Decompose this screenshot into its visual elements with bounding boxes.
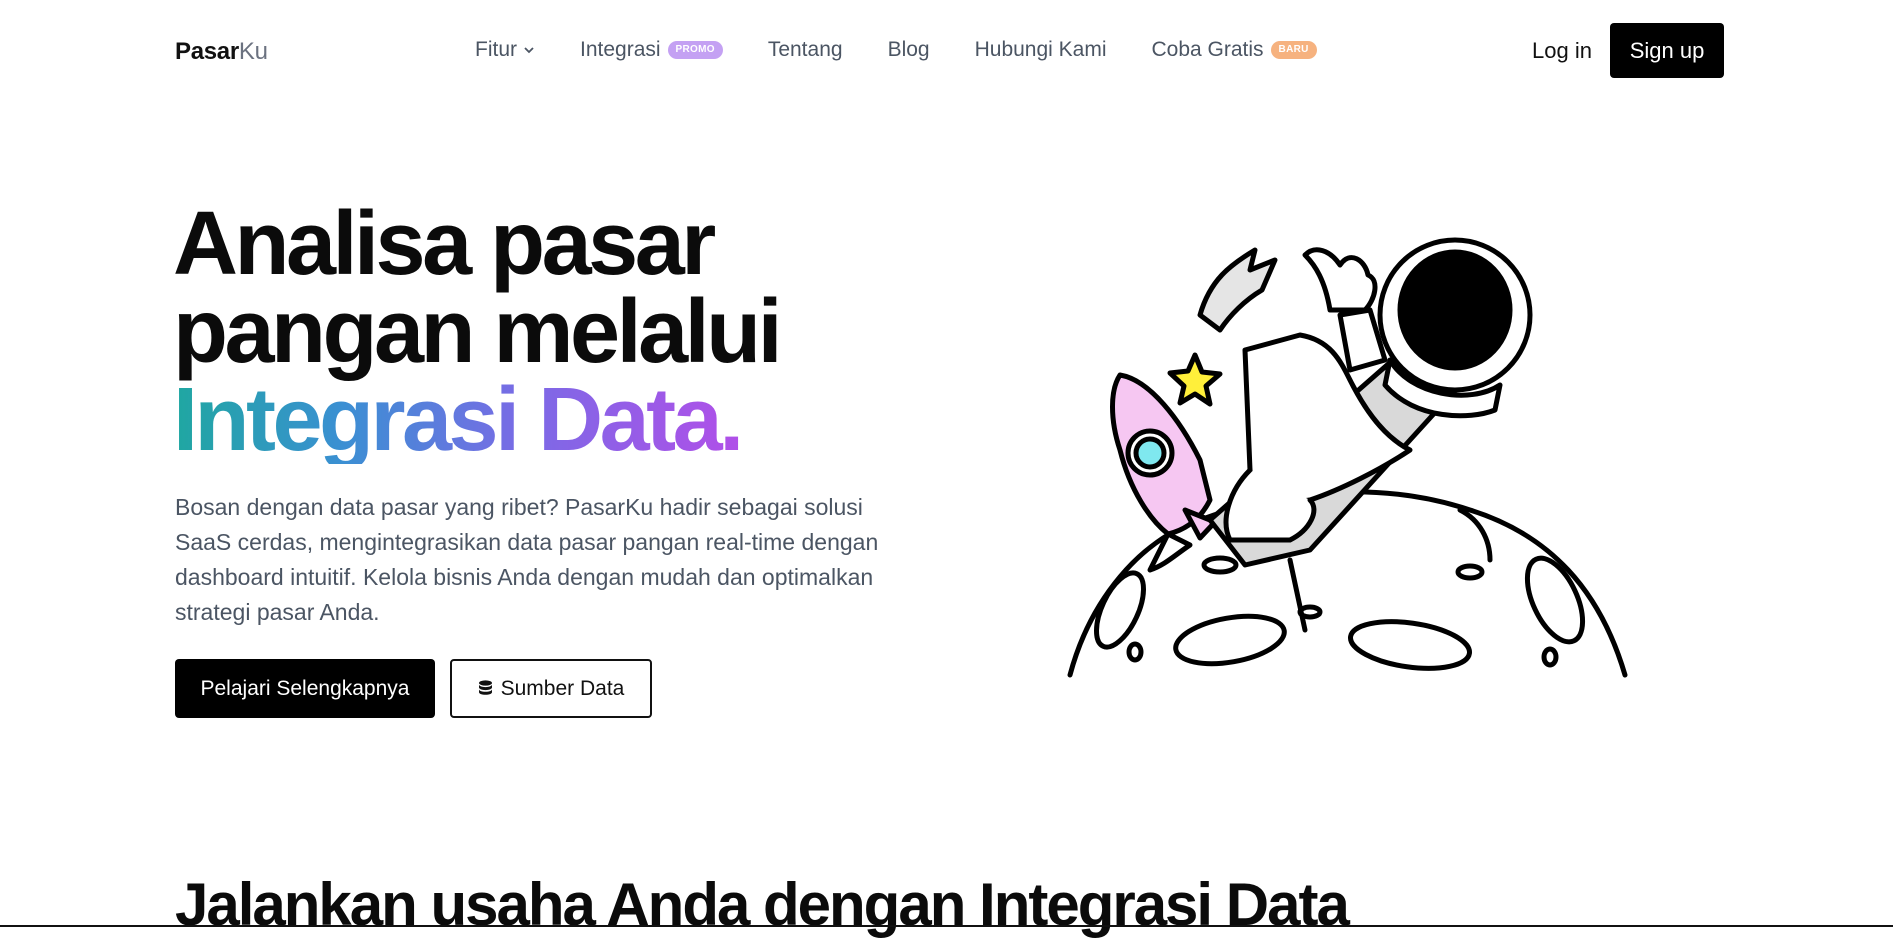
data-source-label: Sumber Data [500, 676, 625, 700]
learn-more-button[interactable]: Pelajari Selengkapnya [175, 659, 435, 718]
nav-item-blog[interactable]: Blog [888, 38, 930, 62]
nav-item-hubungi-kami[interactable]: Hubungi Kami [975, 38, 1107, 62]
hero-title: Analisa pasar pangan melalui Integrasi D… [173, 194, 993, 470]
astronaut-arm [1302, 247, 1378, 313]
hero-title-line1: Analisa pasar [173, 194, 716, 294]
helmet-visor [1397, 249, 1513, 371]
nav-item-tentang[interactable]: Tentang [768, 38, 843, 62]
star-trail [1197, 247, 1278, 333]
hero-title-highlight: Integrasi Data. [173, 370, 744, 470]
brand-logo[interactable]: PasarKu [175, 38, 268, 66]
moon-crater [1455, 563, 1485, 581]
section-title: Jalankan usaha Anda dengan Integrasi Dat… [175, 871, 1350, 938]
promo-badge: PROMO [667, 41, 723, 59]
login-link[interactable]: Log in [1532, 38, 1592, 64]
nav-item-label: Fitur [475, 38, 517, 61]
nav-item-label: Coba Gratis [1151, 38, 1264, 61]
brand-logo-part1: Pasar [175, 38, 239, 65]
top-navbar: PasarKu Fitur Integrasi PROMO Tentang Bl… [0, 0, 1893, 100]
nav-item-label: Blog [887, 38, 930, 61]
nav-item-label: Integrasi [580, 38, 661, 61]
rocket-window-glass [1133, 436, 1167, 470]
nav-item-coba-gratis[interactable]: Coba Gratis BARU [1152, 38, 1317, 62]
hero-description: Bosan dengan data pasar yang ribet? Pasa… [175, 494, 879, 625]
nav-item-label: Tentang [767, 38, 843, 61]
moon-crater [1126, 641, 1144, 663]
database-icon [478, 679, 492, 695]
nav-item-integrasi[interactable]: Integrasi PROMO [580, 38, 723, 62]
moon-crater [1201, 555, 1239, 575]
chevron-down-icon [524, 47, 534, 54]
data-source-button[interactable]: Sumber Data [450, 659, 652, 718]
moon-crater [1541, 646, 1559, 668]
hero-title-line2: pangan melalui [173, 282, 783, 382]
astronaut-moon-illustration [1067, 237, 1628, 678]
star-shape [1167, 352, 1223, 407]
brand-logo-part2: Ku [238, 38, 268, 65]
signup-button[interactable]: Sign up [1610, 23, 1724, 78]
main-menu: Fitur Integrasi PROMO Tentang Blog Hubun… [475, 38, 1317, 62]
nav-item-fitur[interactable]: Fitur [475, 38, 535, 62]
new-badge: BARU [1270, 41, 1317, 59]
nav-item-label: Hubungi Kami [974, 38, 1107, 61]
